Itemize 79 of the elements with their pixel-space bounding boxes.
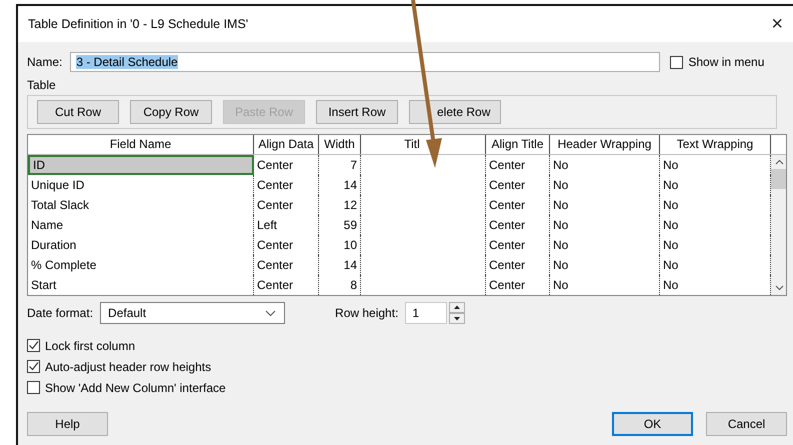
row-height-label: Row height:: [335, 306, 398, 320]
table-cell: 7: [350, 158, 357, 172]
table-cell: No: [663, 278, 678, 292]
row-button[interactable]: Insert Row: [316, 100, 398, 124]
table-cell: No: [553, 238, 568, 252]
row-button[interactable]: Cut Row: [37, 100, 119, 124]
table-cell: 12: [344, 198, 357, 212]
table-cell: No: [553, 178, 568, 192]
dialog-button[interactable]: Cancel: [706, 412, 787, 436]
table-cell: No: [663, 158, 678, 172]
table-cell: No: [553, 198, 568, 212]
scrollbar[interactable]: [771, 155, 786, 295]
table-cell: Center: [257, 278, 294, 292]
table-cell: Center: [489, 198, 526, 212]
table-cell: Center: [489, 238, 526, 252]
table-cell: No: [663, 178, 678, 192]
table-cell[interactable]: Duration: [28, 235, 254, 255]
table-cell: Center: [257, 238, 294, 252]
table-cell: No: [553, 218, 568, 232]
table-cell: Center: [257, 178, 294, 192]
table-cell: No: [553, 158, 568, 172]
dialog-button[interactable]: OK: [612, 412, 693, 436]
chevron-down-icon: [265, 310, 276, 316]
table-cell: No: [553, 278, 568, 292]
scroll-down-icon[interactable]: [774, 285, 784, 291]
table-cell[interactable]: % Complete: [28, 255, 254, 275]
row-height-field[interactable]: 1: [405, 302, 448, 324]
table-cell: No: [663, 238, 678, 252]
column-header[interactable]: Align Title: [486, 135, 550, 154]
table-cell[interactable]: Name: [28, 215, 254, 235]
row-button[interactable]: elete Row: [409, 100, 501, 124]
scroll-thumb[interactable]: [771, 169, 786, 189]
row-button[interactable]: Copy Row: [130, 100, 212, 124]
table-cell: No: [663, 258, 678, 272]
table-cell: 10: [344, 238, 357, 252]
table-cell: Center: [257, 258, 294, 272]
date-format-dropdown[interactable]: Default: [100, 302, 286, 324]
spin-down-icon[interactable]: [449, 313, 466, 324]
table-cell: 14: [344, 178, 357, 192]
name-label: Name:: [27, 55, 62, 69]
table-cell: Center: [257, 198, 294, 212]
option-label: Show 'Add New Column' interface: [45, 380, 226, 394]
option-checkbox[interactable]: [27, 339, 40, 352]
table-cell[interactable]: Total Slack: [28, 195, 254, 215]
table-cell: Center: [489, 258, 526, 272]
scroll-up-icon[interactable]: [774, 159, 784, 165]
table-cell: No: [553, 258, 568, 272]
table-cell: Center: [257, 158, 294, 172]
table-cell: No: [663, 218, 678, 232]
name-field[interactable]: 3 - Detail Schedule: [70, 52, 660, 72]
table-cell: 59: [344, 218, 357, 232]
column-header[interactable]: Width: [319, 135, 361, 154]
column-header[interactable]: Header Wrapping: [550, 135, 660, 154]
table-cell[interactable]: Start: [28, 275, 254, 295]
column-header[interactable]: Field Name: [28, 135, 254, 154]
table-cell: 14: [344, 258, 357, 272]
table-cell: Left: [257, 218, 278, 232]
help-button[interactable]: Help: [27, 412, 108, 436]
table-cell: Center: [489, 278, 526, 292]
table-cell[interactable]: Unique ID: [28, 175, 254, 195]
option-checkbox[interactable]: [27, 381, 40, 394]
column-header[interactable]: Align Data: [254, 135, 319, 154]
spin-up-icon[interactable]: [449, 302, 466, 313]
table-cell: Center: [489, 178, 526, 192]
table-cell: Center: [489, 218, 526, 232]
column-header[interactable]: Text Wrapping: [660, 135, 771, 154]
table-cell: 8: [350, 278, 357, 292]
table-cell: Center: [489, 158, 526, 172]
option-label: Auto-adjust header row heights: [45, 360, 212, 374]
table-cell: No: [663, 198, 678, 212]
option-checkbox[interactable]: [27, 360, 40, 373]
show-in-menu-checkbox[interactable]: [670, 56, 684, 68]
window-title: Table Definition in '0 - L9 Schedule IMS': [28, 17, 248, 31]
close-button[interactable]: ×: [771, 14, 783, 34]
table-label: Table: [27, 78, 57, 93]
table-cell[interactable]: ID: [28, 155, 254, 175]
date-format-label: Date format:: [27, 306, 94, 320]
show-in-menu-label: Show in menu: [688, 55, 764, 69]
option-label: Lock first column: [45, 338, 136, 352]
